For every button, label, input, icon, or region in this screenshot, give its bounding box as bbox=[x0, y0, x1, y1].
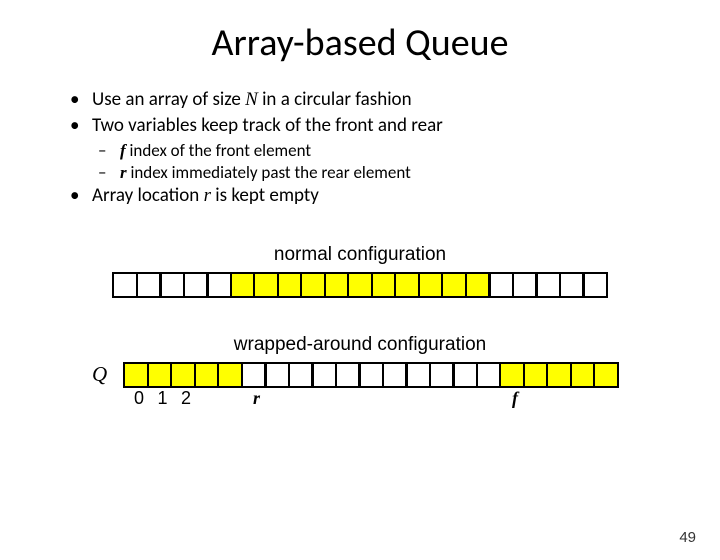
index-label bbox=[220, 388, 246, 409]
array-cell bbox=[183, 272, 209, 298]
bullet-2: Two variables keep track of the front an… bbox=[70, 114, 720, 138]
array-cell bbox=[465, 272, 491, 298]
index-label bbox=[197, 388, 223, 409]
array-cell bbox=[311, 362, 337, 388]
array-cell bbox=[241, 362, 267, 388]
bullet-2b: r index immediately past the rear elemen… bbox=[98, 162, 720, 183]
index-label bbox=[385, 388, 411, 409]
array-cell bbox=[512, 272, 538, 298]
array-cell bbox=[570, 362, 596, 388]
array-cell bbox=[358, 362, 384, 388]
array-cell bbox=[405, 362, 431, 388]
bullet-1-N: N bbox=[245, 89, 258, 110]
array-cell bbox=[230, 272, 256, 298]
array-cell bbox=[253, 272, 279, 298]
index-label: 2 bbox=[173, 388, 199, 409]
index-label bbox=[479, 388, 505, 409]
bullet-1-pre: Use an array of size bbox=[92, 88, 245, 111]
index-label: f bbox=[502, 388, 528, 409]
array-cell bbox=[159, 272, 185, 298]
index-label: 1 bbox=[150, 388, 176, 409]
array-cell bbox=[593, 362, 619, 388]
bullet-2a: f index of the front element bbox=[98, 140, 720, 161]
array-wrapped bbox=[123, 362, 619, 388]
config1-label: normal configuration bbox=[0, 244, 720, 266]
array-cell bbox=[371, 272, 397, 298]
array-cell bbox=[335, 362, 361, 388]
array-cell bbox=[136, 272, 162, 298]
slide-title: Array-based Queue bbox=[0, 20, 720, 66]
bullet-1: Use an array of size N in a circular fas… bbox=[70, 88, 720, 112]
array-cell bbox=[582, 272, 608, 298]
bullet-3-pre: Array location bbox=[92, 184, 204, 207]
array-cell bbox=[147, 362, 173, 388]
array-cell bbox=[112, 272, 138, 298]
array-cell bbox=[523, 362, 549, 388]
index-label bbox=[455, 388, 481, 409]
array-cell bbox=[264, 362, 290, 388]
index-row: 012 r f bbox=[126, 388, 720, 409]
bullet-2b-text: index immediately past the rear element bbox=[127, 162, 411, 183]
array-cell bbox=[394, 272, 420, 298]
array-cell bbox=[206, 272, 232, 298]
index-label bbox=[526, 388, 552, 409]
index-label bbox=[267, 388, 293, 409]
bullet-2a-text: index of the front element bbox=[126, 140, 311, 161]
q-label: Q bbox=[92, 362, 107, 387]
array-cell bbox=[429, 362, 455, 388]
array-cell bbox=[452, 362, 478, 388]
array-cell bbox=[217, 362, 243, 388]
bullet-3: Array location r is kept empty bbox=[70, 184, 720, 208]
index-label bbox=[338, 388, 364, 409]
page-number: 49 bbox=[679, 529, 696, 546]
index-label bbox=[432, 388, 458, 409]
array-cell bbox=[499, 362, 525, 388]
bullet-3-var: r bbox=[204, 185, 211, 206]
index-label bbox=[549, 388, 575, 409]
array-cell bbox=[476, 362, 502, 388]
array-cell bbox=[546, 362, 572, 388]
index-label bbox=[291, 388, 317, 409]
bullet-1-post: in a circular fashion bbox=[258, 88, 412, 111]
array-cell bbox=[559, 272, 585, 298]
bullet-3-post: is kept empty bbox=[211, 184, 319, 207]
array-normal bbox=[0, 272, 720, 298]
array-cell bbox=[300, 272, 326, 298]
bullet-list: Use an array of size N in a circular fas… bbox=[70, 88, 720, 208]
array-cell bbox=[123, 362, 149, 388]
index-label bbox=[573, 388, 599, 409]
index-label: r bbox=[244, 388, 270, 409]
array-cell bbox=[382, 362, 408, 388]
array-cell bbox=[277, 272, 303, 298]
index-label bbox=[314, 388, 340, 409]
array-cell bbox=[194, 362, 220, 388]
array-wrapped-row: Q bbox=[92, 362, 720, 388]
index-label bbox=[361, 388, 387, 409]
array-cell bbox=[535, 272, 561, 298]
array-cell bbox=[418, 272, 444, 298]
array-cell bbox=[288, 362, 314, 388]
config2-label: wrapped-around configuration bbox=[0, 334, 720, 356]
array-cell bbox=[170, 362, 196, 388]
array-cell bbox=[347, 272, 373, 298]
array-cell bbox=[441, 272, 467, 298]
bullet-2b-var: r bbox=[120, 163, 127, 182]
array-cell bbox=[324, 272, 350, 298]
index-label bbox=[596, 388, 622, 409]
index-label: 0 bbox=[126, 388, 152, 409]
array-cell bbox=[488, 272, 514, 298]
index-label bbox=[408, 388, 434, 409]
